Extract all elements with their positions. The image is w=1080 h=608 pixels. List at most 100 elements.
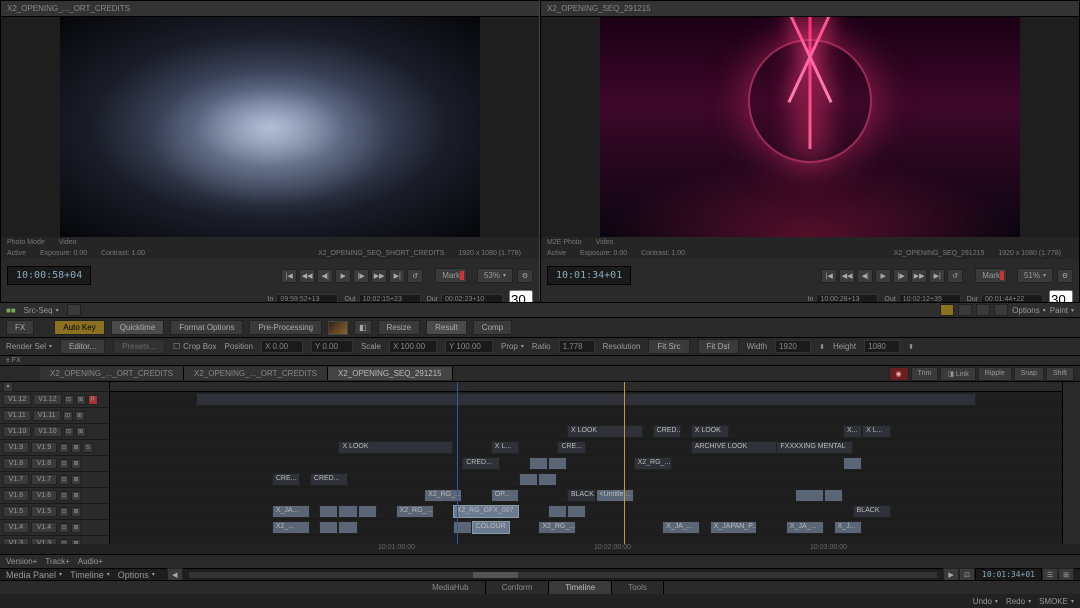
track-row-9[interactable] [110,536,1062,544]
track-flag-0[interactable]: ⊡ [64,395,74,405]
trim-tool[interactable]: Trim [911,367,939,381]
track-flag-0[interactable]: ⊡ [59,491,69,501]
quicktime-button[interactable]: Quicktime [111,320,165,335]
track-label[interactable]: V1.4 [3,522,29,533]
transport-button-4[interactable]: |▶ [353,269,369,283]
track-flag-0[interactable]: ⊡ [64,427,74,437]
track-patch[interactable]: V1.6 [31,490,57,501]
clip-6[interactable]: X LOOK [338,441,452,454]
viewer-right-zoom[interactable]: 51% [1017,268,1053,283]
track-flag-2[interactable]: S [83,443,93,453]
snap-tool[interactable]: Snap [1014,367,1044,381]
track-row-7[interactable] [110,504,1062,520]
playhead-blue[interactable] [457,382,458,544]
mid-icon-3[interactable] [976,304,990,316]
prop-dropdown[interactable]: Prop [501,342,524,351]
result-button[interactable]: Result [426,320,467,335]
viewer-right-tab[interactable]: X2_OPENING_SEQ_291215 [541,1,1079,17]
timeline-tab-1[interactable]: X2_OPENING_..._ORT_CREDITS [184,367,328,380]
viewer-right-timecode[interactable]: 10:01:34+01 [547,266,631,285]
clip-17[interactable]: CRED... [310,473,348,486]
timeline-tab-2[interactable]: X2_OPENING_SEQ_291215 [328,367,453,380]
clip-31[interactable]: X2_RG_GFX_007 [453,505,520,518]
clip-26[interactable]: X_JA... [272,505,310,518]
fx-thumbnail[interactable] [328,321,348,335]
width-input[interactable] [775,340,811,353]
track-btn[interactable]: Track+ [45,557,69,566]
mid-icon-1[interactable] [940,304,954,316]
clip-30[interactable]: X2_RG_... [396,505,434,518]
clip-10[interactable]: FXXXXING MENTAL [776,441,852,454]
mid-icon-2[interactable] [958,304,972,316]
tracks-canvas[interactable]: X LOOKCRED...X LOOKX...X L...X LOOKX L..… [110,382,1062,544]
clip-15[interactable] [843,457,862,470]
clip-42[interactable]: X_JAPAN_P... [710,521,758,534]
track-label[interactable]: V1.8 [3,458,29,469]
clip-8[interactable]: CRE... [557,441,586,454]
src-seq-dropdown[interactable]: Src-Seq [24,306,59,315]
redo-button[interactable]: Redo [1006,597,1031,606]
clip-33[interactable] [567,505,586,518]
editor-button[interactable]: Editor... [60,339,105,354]
bottom-tab-mediahub[interactable]: MediaHub [416,581,485,594]
clip-13[interactable] [548,457,567,470]
clip-22[interactable]: BLACK [567,489,596,502]
viewer-left-canvas[interactable] [1,17,539,237]
timeline-ruler[interactable] [110,382,1062,392]
clip-19[interactable] [538,473,557,486]
clip-37[interactable] [338,521,357,534]
pos-y-input[interactable] [311,340,353,353]
bottom-tab-timeline[interactable]: Timeline [549,581,612,594]
track-flag-1[interactable]: ⊞ [71,491,81,501]
media-panel-dropdown[interactable]: Media Panel [6,570,62,580]
track-patch[interactable]: V1.8 [31,458,57,469]
track-label[interactable]: V1.10 [3,426,31,437]
auto-key-button[interactable]: Auto Key [54,320,104,335]
clip-18[interactable] [519,473,538,486]
crop-box-label[interactable]: Crop Box [183,342,216,351]
clip-21[interactable]: OP... [491,489,520,502]
transport-button-7[interactable]: ↺ [947,269,963,283]
fx-button[interactable]: FX [6,320,34,335]
paint-dropdown[interactable]: Paint [1050,306,1074,315]
pre-processing-button[interactable]: Pre-Processing [249,320,322,335]
clip-43[interactable]: X_JA_... [786,521,824,534]
clip-36[interactable] [319,521,338,534]
scale-y-input[interactable] [445,340,493,353]
audio-btn[interactable]: Audio+ [78,557,103,566]
track-row-5[interactable] [110,472,1062,488]
mid-icon-4[interactable] [994,304,1008,316]
transport-button-5[interactable]: ▶▶ [911,269,927,283]
clip-28[interactable] [338,505,357,518]
viewer-right-canvas[interactable] [541,17,1079,237]
track-flag-1[interactable]: ⊞ [71,523,81,533]
viewer-left-timecode[interactable]: 10:00:58+04 [7,266,91,285]
playhead-yellow[interactable] [624,382,625,544]
track-flag-1[interactable]: ⊞ [76,427,86,437]
clip-11[interactable]: CRED... [462,457,500,470]
track-label[interactable]: V1.7 [3,474,29,485]
transport-button-2[interactable]: ◀| [317,269,333,283]
clip-27[interactable] [319,505,338,518]
track-patch[interactable]: V1.9 [31,442,57,453]
height-input[interactable] [864,340,900,353]
clip-4[interactable]: X... [843,425,862,438]
track-row-4[interactable] [110,456,1062,472]
track-collapse-icon[interactable]: ▾ [3,382,13,392]
clip-44[interactable]: X_J... [834,521,863,534]
viewer-right-settings-icon[interactable]: ⚙ [1057,269,1073,283]
timeline-vscroll[interactable] [1062,382,1080,544]
bottom-tab-conform[interactable]: Conform [486,581,550,594]
viewer-left-settings-icon[interactable]: ⚙ [517,269,533,283]
options-dropdown[interactable]: Options [1012,306,1046,315]
transport-button-2[interactable]: ◀| [857,269,873,283]
bottom-tab-tools[interactable]: Tools [612,581,664,594]
track-patch[interactable]: V1.12 [33,394,61,405]
track-patch[interactable]: V1.11 [33,410,61,421]
clip-24[interactable] [795,489,824,502]
comp-button[interactable]: Comp [473,320,512,335]
track-flag-0[interactable]: ⊡ [59,507,69,517]
track-label[interactable]: V1.12 [3,394,31,405]
version-btn[interactable]: Version+ [6,557,37,566]
shift-tool[interactable]: Shift [1046,367,1074,381]
